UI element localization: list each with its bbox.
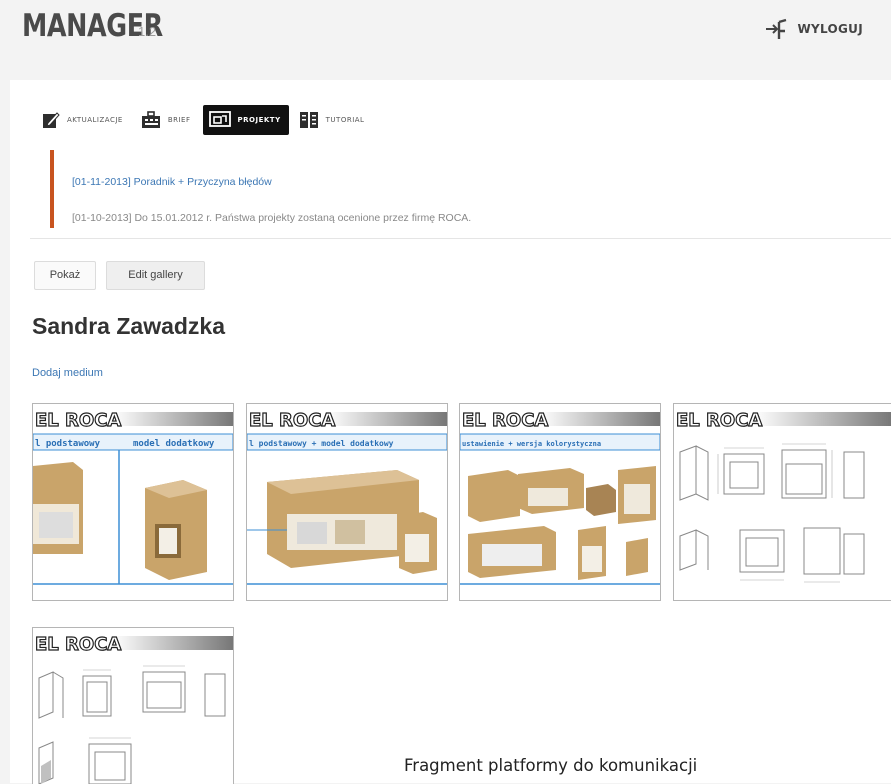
- news-link[interactable]: [01-11-2013] Poradnik + Przyczyna błędów: [72, 176, 272, 188]
- main-tabs: AKTUALIZACJE BRIEF PROJEKTY TUTORIAL: [36, 105, 376, 135]
- gallery-thumbnail[interactable]: EL ROCA l podstawowy model dodatkowy: [32, 403, 234, 601]
- tab-label: AKTUALIZACJE: [67, 116, 123, 124]
- book-icon: [299, 112, 318, 128]
- monitor-icon: [208, 111, 231, 127]
- thumbnail-brand: EL ROCA: [35, 410, 121, 431]
- show-button[interactable]: Pokaż: [34, 261, 96, 290]
- tab-tutorial[interactable]: TUTORIAL: [293, 105, 373, 135]
- tab-projekty[interactable]: PROJEKTY: [202, 105, 289, 135]
- thumbnail-header: l podstawowy + model dodatkowy: [249, 439, 394, 448]
- news-item: [01-10-2013] Do 15.01.2012 r. Państwa pr…: [72, 212, 472, 224]
- tab-aktualizacje[interactable]: AKTUALIZACJE: [36, 105, 131, 135]
- thumbnail-brand: EL ROCA: [249, 410, 335, 431]
- news-box: [01-11-2013] Poradnik + Przyczyna błędów…: [50, 150, 650, 228]
- gallery-thumbnail[interactable]: EL ROCA: [32, 627, 234, 784]
- gallery-thumbnail[interactable]: EL ROCA ustawienie + wersja kolorystyczn…: [459, 403, 661, 601]
- thumbnail-header: ustawienie + wersja kolorystyczna: [462, 440, 601, 448]
- image-caption: Fragment platformy do komunikacji: [404, 756, 698, 775]
- edit-gallery-button[interactable]: Edit gallery: [106, 261, 205, 290]
- tab-label: PROJEKTY: [237, 116, 281, 124]
- top-bar: MANAGER 1.2 WYLOGUJ: [0, 0, 891, 68]
- logout-icon: [766, 18, 787, 39]
- thumbnail-header: model dodatkowy: [133, 439, 215, 449]
- gallery-thumbnail[interactable]: EL ROCA l podstawowy + model dodatkowy: [246, 403, 448, 601]
- logout-label: WYLOGUJ: [797, 22, 863, 36]
- page-title: Sandra Zawadzka: [32, 313, 226, 339]
- tab-label: BRIEF: [167, 116, 191, 124]
- thumbnail-brand: EL ROCA: [35, 634, 121, 655]
- logout-button[interactable]: WYLOGUJ: [765, 18, 863, 40]
- thumbnail-brand: EL ROCA: [462, 410, 548, 431]
- tab-brief[interactable]: BRIEF: [135, 105, 199, 135]
- thumbnail-header: l podstawowy: [35, 439, 101, 449]
- app-version: 1.2: [138, 24, 157, 39]
- add-media-link[interactable]: Dodaj medium: [32, 367, 103, 379]
- thumbnail-brand: EL ROCA: [676, 410, 762, 431]
- tab-label: TUTORIAL: [325, 116, 365, 124]
- divider: [30, 238, 891, 239]
- gallery-thumbnail[interactable]: EL ROCA: [673, 403, 891, 601]
- news-accent-bar: [50, 150, 54, 228]
- briefcase-icon: [141, 111, 160, 128]
- main-panel: AKTUALIZACJE BRIEF PROJEKTY TUTORIAL [01…: [10, 80, 891, 784]
- pencil-icon: [43, 112, 60, 128]
